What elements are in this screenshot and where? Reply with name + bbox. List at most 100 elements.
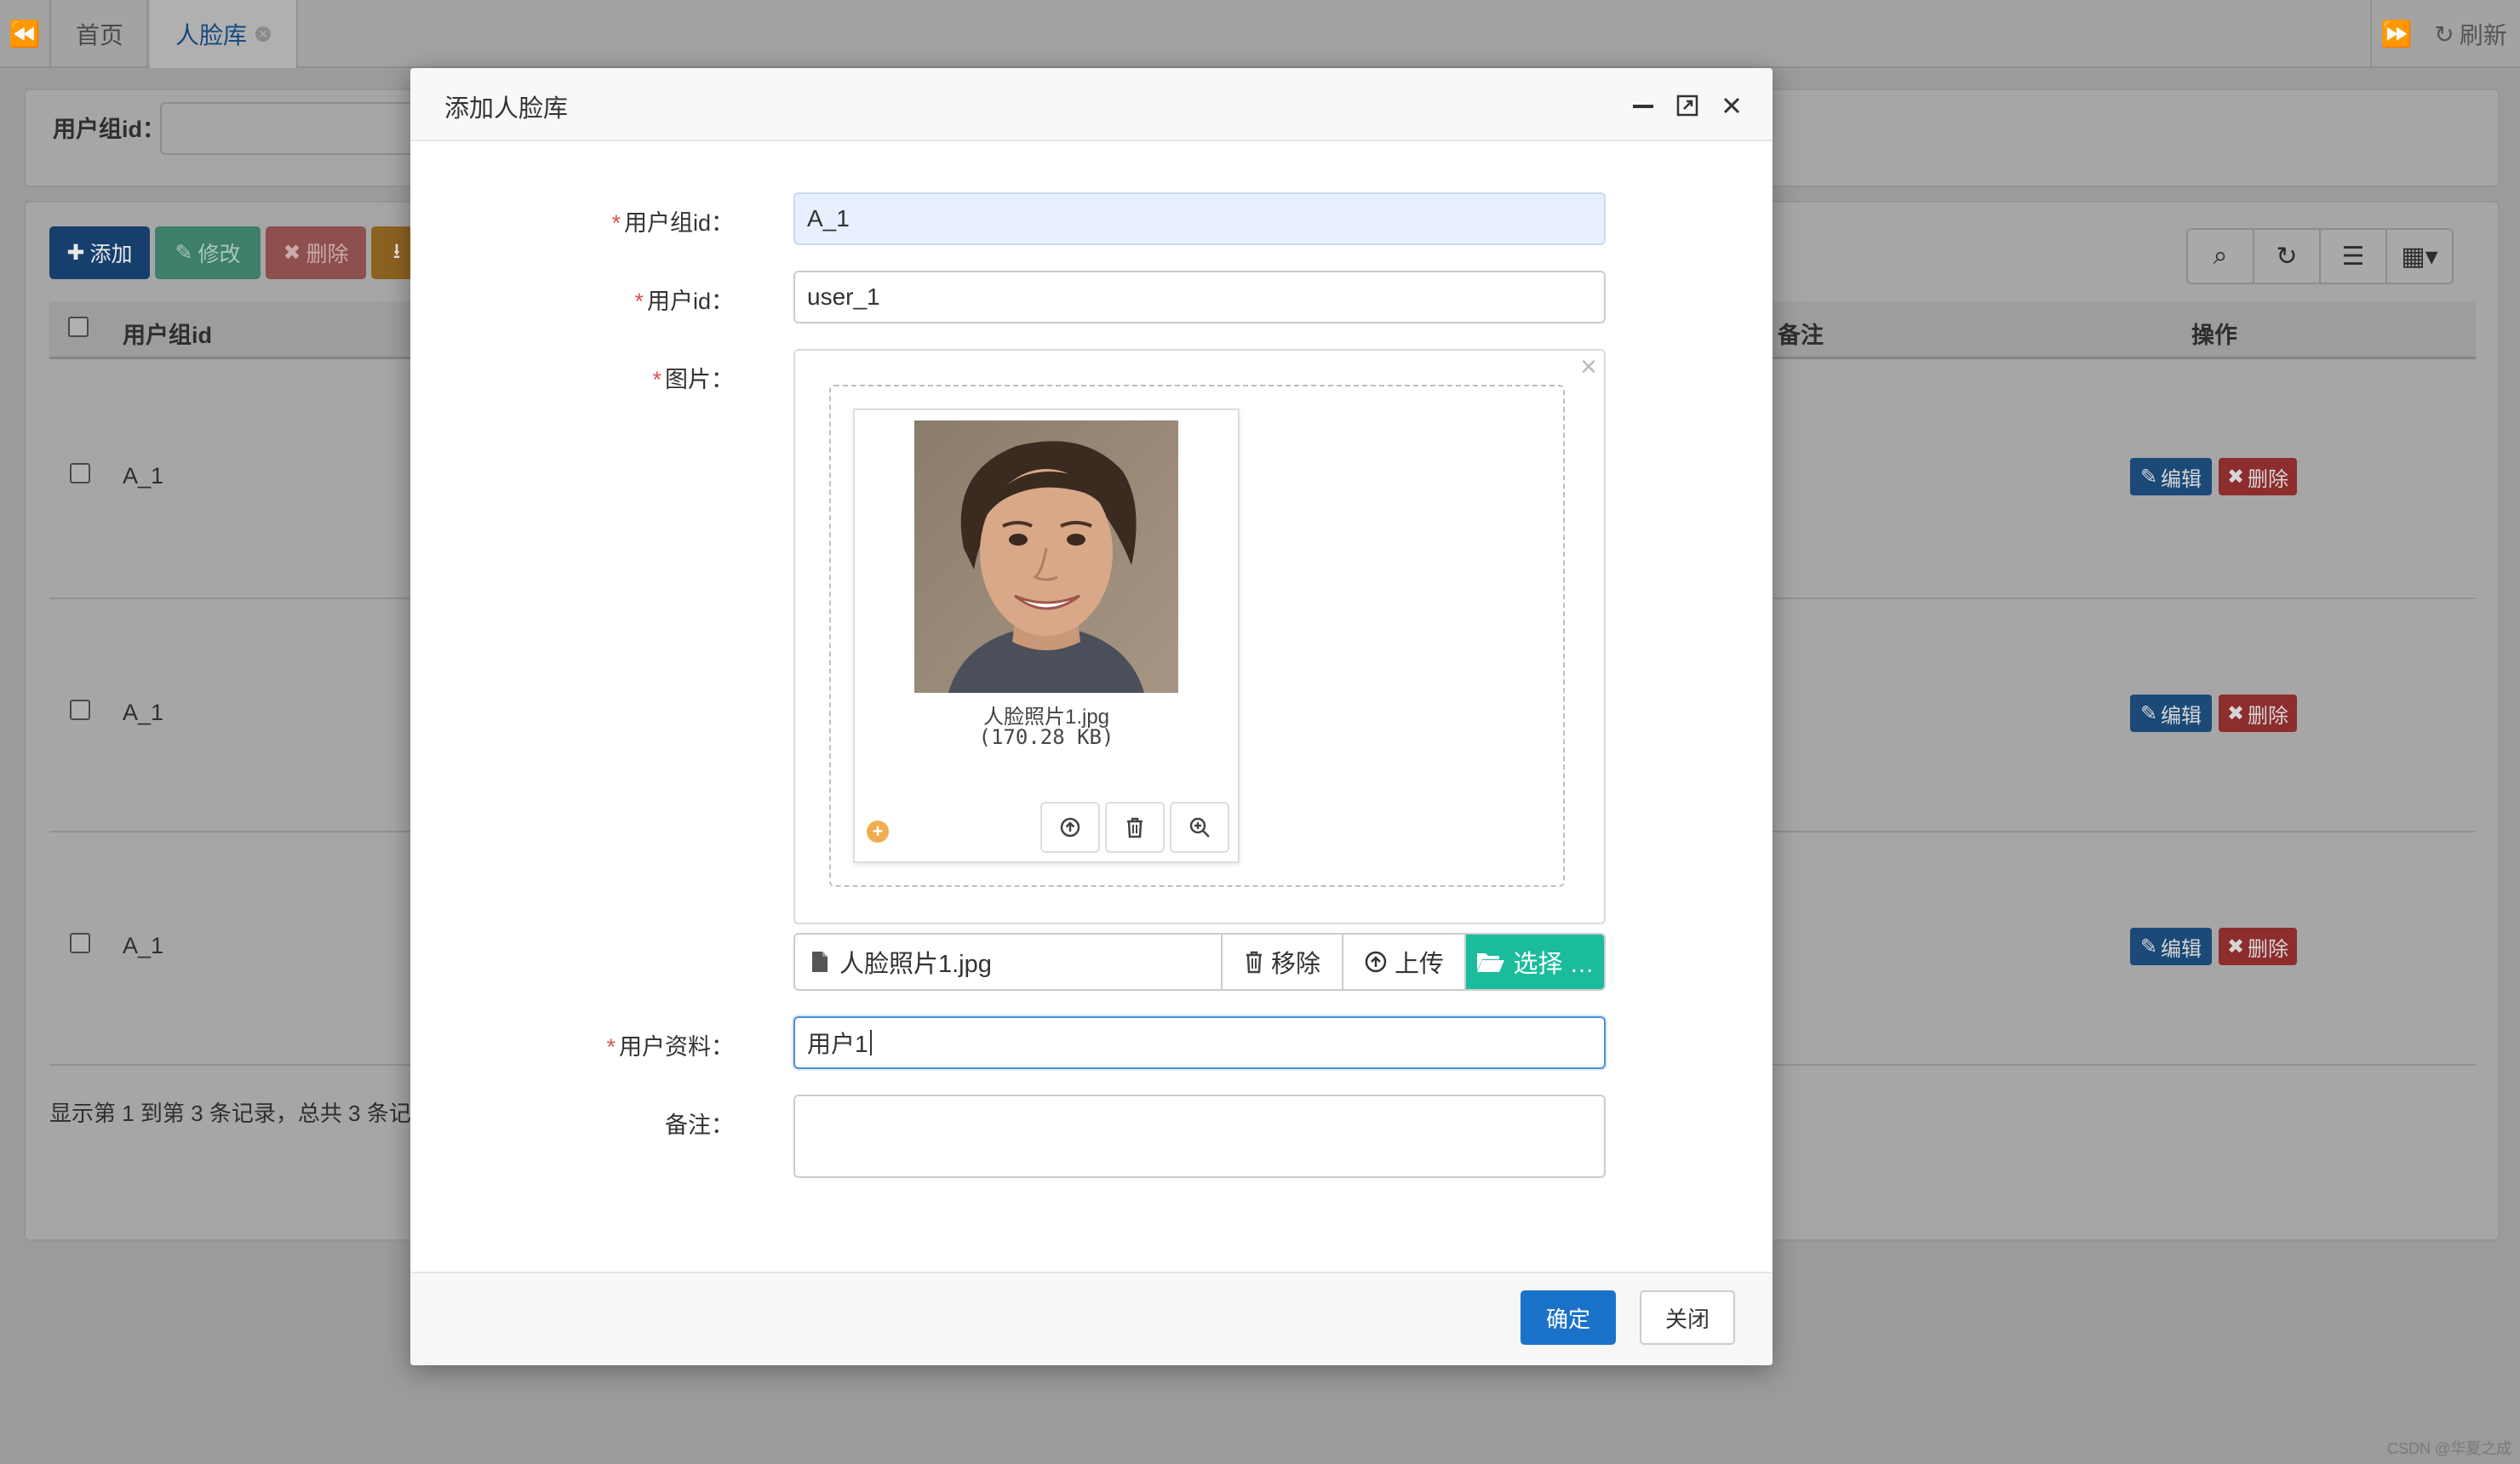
thumbnail-upload-button[interactable] [1040, 802, 1100, 853]
edit-button[interactable]: ✎ 修改 [155, 226, 261, 279]
zoom-in-icon [1189, 817, 1210, 838]
table-refresh-button[interactable]: ↻ [2254, 230, 2321, 283]
tab-close-icon[interactable]: ✕ [255, 26, 271, 42]
image-label: * 图片： [410, 361, 734, 394]
tab-face-library-label: 人脸库 [175, 22, 247, 49]
minimize-icon [1633, 105, 1653, 108]
row-checkbox[interactable] [70, 463, 90, 483]
watermark: CSDN @华夏之成 [2387, 1440, 2512, 1457]
minimize-button[interactable] [1626, 89, 1660, 123]
group-id-input[interactable]: A_1 [793, 192, 1606, 245]
table-tool-group: ⌕ ↻ ☰ ▦▾ [2186, 228, 2454, 284]
upload-circle-icon [1365, 951, 1387, 973]
columns-button[interactable]: ▦▾ [2387, 230, 2452, 283]
file-input-group: 人脸照片1.jpg 移除 上传 选择 … [793, 933, 1606, 991]
browse-file-label: 选择 … [1513, 951, 1595, 978]
select-all-checkbox[interactable] [68, 317, 89, 337]
row-delete-button[interactable]: ✖ 删除 [2219, 928, 2297, 965]
upload-file-button[interactable]: 上传 [1343, 935, 1466, 989]
grid-icon: ▦▾ [2401, 242, 2438, 271]
folder-open-icon [1477, 953, 1505, 972]
upload-file-label: 上传 [1394, 951, 1444, 978]
row-edit-label: 编辑 [2161, 937, 2202, 961]
search-toggle-button[interactable]: ⌕ [2188, 230, 2254, 283]
tab-scroll-left-button[interactable]: ⏪ [0, 0, 51, 68]
thumbnail-zoom-button[interactable] [1170, 802, 1229, 853]
thumbnail-delete-button[interactable] [1105, 802, 1165, 853]
table-cell-group-id: A_1 [123, 933, 164, 958]
plus-icon: ✚ [66, 241, 85, 265]
user-data-value: 用户1 [807, 1031, 868, 1057]
remove-file-button[interactable]: 移除 [1223, 935, 1343, 989]
x-icon: ✖ [2226, 465, 2245, 489]
browse-file-button[interactable]: 选择 … [1466, 935, 1604, 989]
search-group-label: 用户组id： [53, 117, 165, 142]
row-delete-button[interactable]: ✖ 删除 [2219, 695, 2297, 732]
user-data-label-text: 用户资料： [619, 1034, 734, 1060]
thumbnail-file-size: (170.28 KB) [978, 725, 1114, 749]
edit-icon: ✎ [2139, 701, 2158, 725]
row-delete-label: 删除 [2248, 704, 2289, 728]
row-edit-button[interactable]: ✎ 编辑 [2130, 458, 2212, 495]
maximize-button[interactable] [1670, 89, 1704, 123]
dialog-header [410, 68, 1773, 141]
top-tab-bar [0, 0, 2520, 68]
tab-scroll-right-button[interactable]: ⏩ [2370, 0, 2421, 68]
user-id-label-text: 用户id： [646, 289, 734, 314]
tab-home-label: 首页 [75, 22, 123, 49]
double-left-arrow-icon: ⏪ [9, 20, 41, 49]
x-icon: ✖ [2226, 935, 2245, 958]
required-mark: * [611, 210, 621, 236]
upload-circle-icon [1060, 817, 1080, 838]
row-delete-label: 删除 [2248, 467, 2289, 491]
edit-button-label: 修改 [198, 243, 241, 266]
refresh-button[interactable]: ↻ 刷新 [2421, 0, 2520, 68]
delete-button[interactable]: ✖ 删除 [266, 226, 366, 279]
x-icon: ✖ [283, 241, 301, 265]
row-checkbox[interactable] [70, 933, 90, 953]
table-cell-group-id: A_1 [123, 463, 164, 489]
tab-home[interactable]: 首页 [53, 0, 148, 68]
required-mark: * [634, 289, 644, 314]
remark-textarea[interactable] [793, 1095, 1606, 1178]
refresh-icon: ↻ [2434, 20, 2454, 48]
clear-preview-icon[interactable]: × [1580, 351, 1597, 384]
column-header-actions: 操作 [2191, 323, 2237, 348]
column-header-group-id: 用户组id [123, 323, 212, 348]
toggle-view-button[interactable]: ☰ [2321, 230, 2387, 283]
add-button[interactable]: ✚ 添加 [49, 226, 150, 279]
plus-circle-icon: + [867, 821, 889, 843]
close-icon [1723, 97, 1740, 114]
user-id-value: user_1 [807, 283, 880, 310]
file-caption-text: 人脸照片1.jpg [839, 951, 992, 978]
row-edit-button[interactable]: ✎ 编辑 [2130, 695, 2212, 732]
row-checkbox[interactable] [70, 700, 90, 720]
close-dialog-button[interactable]: 关闭 [1640, 1290, 1735, 1345]
user-data-input[interactable]: 用户1 [793, 1016, 1606, 1069]
search-icon: ⌕ [2213, 242, 2228, 270]
user-id-label: * 用户id： [410, 283, 734, 316]
row-delete-button[interactable]: ✖ 删除 [2219, 458, 2297, 495]
search-group-input[interactable] [160, 102, 432, 155]
dialog-title: 添加人脸库 [444, 95, 569, 123]
refresh-icon: ↻ [2276, 242, 2298, 271]
row-edit-label: 编辑 [2161, 467, 2202, 491]
column-header-remark: 备注 [1778, 323, 1824, 348]
image-label-text: 图片： [665, 367, 734, 392]
delete-button-label: 删除 [306, 243, 349, 266]
download-icon: ⭳ [392, 238, 401, 263]
double-right-arrow-icon: ⏩ [2380, 20, 2413, 49]
file-caption[interactable]: 人脸照片1.jpg [795, 935, 1223, 989]
maximize-icon [1676, 94, 1698, 117]
text-cursor [869, 1030, 872, 1055]
edit-icon: ✎ [2139, 465, 2158, 489]
user-id-input[interactable]: user_1 [793, 271, 1606, 323]
refresh-label: 刷新 [2459, 22, 2507, 49]
row-edit-button[interactable]: ✎ 编辑 [2130, 928, 2212, 965]
group-id-label: * 用户组id： [410, 204, 734, 237]
row-edit-label: 编辑 [2161, 704, 2202, 728]
tab-face-library[interactable]: 人脸库 ✕ [150, 0, 298, 68]
confirm-button[interactable]: 确定 [1521, 1290, 1616, 1345]
close-button[interactable] [1715, 89, 1749, 123]
group-id-value: A_1 [807, 205, 850, 232]
